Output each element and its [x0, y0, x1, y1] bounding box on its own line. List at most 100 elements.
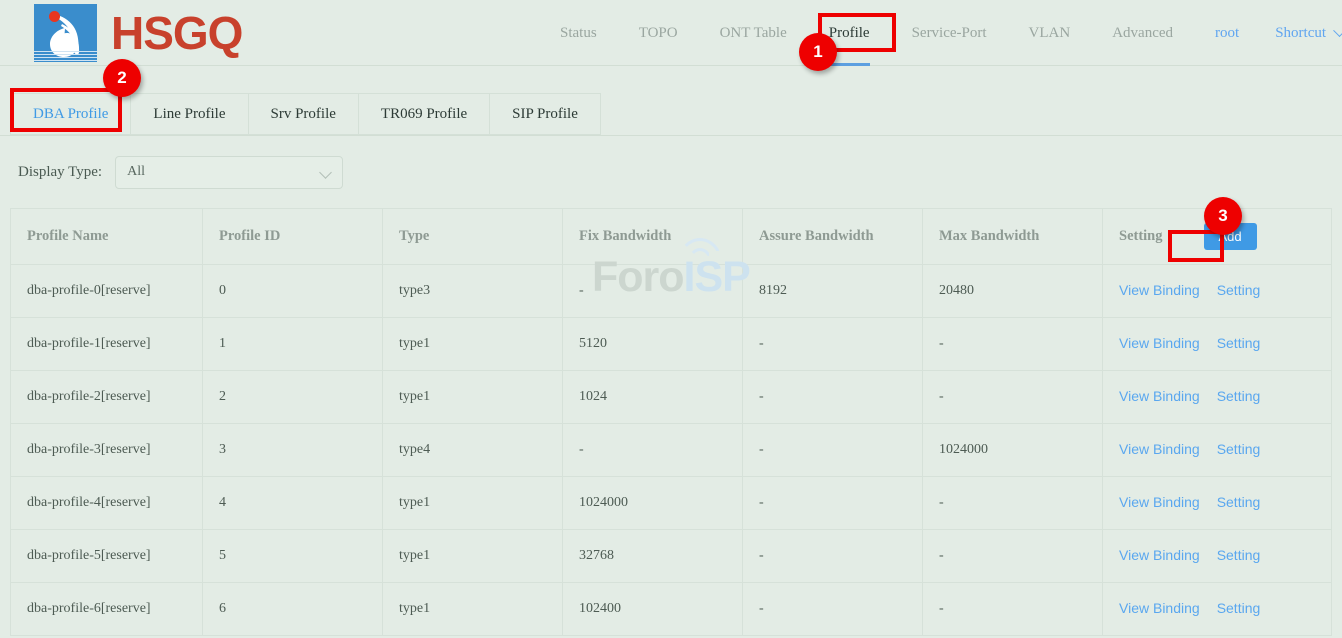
- subtab-tr069-profile[interactable]: TR069 Profile: [358, 93, 489, 135]
- view-binding-link[interactable]: View Binding: [1119, 441, 1200, 457]
- cell-type: type1: [383, 371, 563, 424]
- view-binding-link[interactable]: View Binding: [1119, 547, 1200, 563]
- subtab-line-profile[interactable]: Line Profile: [130, 93, 247, 135]
- setting-link[interactable]: Setting: [1217, 441, 1261, 457]
- nav-item-status[interactable]: Status: [560, 0, 597, 66]
- cell-profile-id: 3: [203, 424, 383, 477]
- nav-item-profile[interactable]: Profile: [829, 0, 870, 66]
- subtab-label: Srv Profile: [271, 106, 336, 123]
- cell-fix-bandwidth: 102400: [563, 583, 743, 636]
- user-menu-root[interactable]: root: [1215, 0, 1239, 66]
- brand-logo: HSGQ: [34, 4, 242, 62]
- nav-label: Profile: [829, 25, 870, 42]
- cell-assure-bandwidth: -: [743, 371, 923, 424]
- subtab-srv-profile[interactable]: Srv Profile: [248, 93, 358, 135]
- cell-fix-bandwidth: -: [563, 424, 743, 477]
- logo-dot-icon: [49, 11, 60, 22]
- setting-link[interactable]: Setting: [1217, 547, 1261, 563]
- setting-link[interactable]: Setting: [1217, 494, 1261, 510]
- cell-profile-id: 6: [203, 583, 383, 636]
- table-row: dba-profile-0[reserve] 0 type3 - 8192 20…: [11, 265, 1332, 318]
- setting-link[interactable]: Setting: [1217, 282, 1261, 298]
- cell-type: type1: [383, 583, 563, 636]
- table-row: dba-profile-2[reserve] 2 type1 1024 - - …: [11, 371, 1332, 424]
- cell-profile-id: 0: [203, 265, 383, 318]
- chevron-down-icon: [1333, 24, 1342, 37]
- display-type-label: Display Type:: [18, 164, 102, 181]
- view-binding-link[interactable]: View Binding: [1119, 494, 1200, 510]
- table-row: dba-profile-5[reserve] 5 type1 32768 - -…: [11, 530, 1332, 583]
- cell-max-bandwidth: 20480: [923, 265, 1103, 318]
- nav-label: Service-Port: [912, 25, 987, 42]
- cell-profile-name: dba-profile-5[reserve]: [11, 530, 203, 583]
- user-label: root: [1215, 25, 1239, 42]
- cell-actions: View Binding Setting: [1103, 318, 1332, 371]
- nav-item-vlan[interactable]: VLAN: [1029, 0, 1071, 66]
- cell-max-bandwidth: -: [923, 477, 1103, 530]
- view-binding-link[interactable]: View Binding: [1119, 282, 1200, 298]
- col-type: Type: [383, 209, 563, 265]
- cell-fix-bandwidth: 1024: [563, 371, 743, 424]
- cell-actions: View Binding Setting: [1103, 265, 1332, 318]
- cell-type: type1: [383, 318, 563, 371]
- cell-type: type3: [383, 265, 563, 318]
- cell-actions: View Binding Setting: [1103, 424, 1332, 477]
- cell-profile-name: dba-profile-0[reserve]: [11, 265, 203, 318]
- cell-assure-bandwidth: -: [743, 583, 923, 636]
- top-header-bar: HSGQ Status TOPO ONT Table Profile Servi…: [0, 0, 1342, 66]
- cell-assure-bandwidth: -: [743, 318, 923, 371]
- col-profile-name: Profile Name: [11, 209, 203, 265]
- add-button[interactable]: Add: [1204, 223, 1257, 250]
- cell-assure-bandwidth: -: [743, 530, 923, 583]
- table-row: dba-profile-6[reserve] 6 type1 102400 - …: [11, 583, 1332, 636]
- shortcut-menu[interactable]: Shortcut: [1275, 0, 1342, 66]
- cell-actions: View Binding Setting: [1103, 530, 1332, 583]
- cell-max-bandwidth: -: [923, 371, 1103, 424]
- table-row: dba-profile-1[reserve] 1 type1 5120 - - …: [11, 318, 1332, 371]
- cell-fix-bandwidth: 5120: [563, 318, 743, 371]
- cell-profile-name: dba-profile-1[reserve]: [11, 318, 203, 371]
- cell-max-bandwidth: -: [923, 318, 1103, 371]
- view-binding-link[interactable]: View Binding: [1119, 600, 1200, 616]
- profile-subtab-bar: DBA Profile Line Profile Srv Profile TR0…: [0, 66, 1342, 136]
- subtab-label: TR069 Profile: [381, 106, 467, 123]
- cell-max-bandwidth: -: [923, 583, 1103, 636]
- cell-profile-id: 1: [203, 318, 383, 371]
- nav-item-ont-table[interactable]: ONT Table: [720, 0, 787, 66]
- display-type-value: All: [127, 164, 145, 180]
- setting-link[interactable]: Setting: [1217, 600, 1261, 616]
- cell-type: type1: [383, 530, 563, 583]
- nav-item-advanced[interactable]: Advanced: [1112, 0, 1173, 66]
- profile-subtabs: DBA Profile Line Profile Srv Profile TR0…: [10, 93, 601, 135]
- cell-fix-bandwidth: -: [563, 265, 743, 318]
- display-type-select[interactable]: All: [115, 156, 343, 189]
- table-row: dba-profile-4[reserve] 4 type1 1024000 -…: [11, 477, 1332, 530]
- table-header-row: Profile Name Profile ID Type Fix Bandwid…: [11, 209, 1332, 265]
- setting-link[interactable]: Setting: [1217, 335, 1261, 351]
- col-max-bandwidth: Max Bandwidth: [923, 209, 1103, 265]
- chevron-down-icon: [319, 166, 332, 179]
- cell-actions: View Binding Setting: [1103, 477, 1332, 530]
- nav-item-topo[interactable]: TOPO: [639, 0, 678, 66]
- view-binding-link[interactable]: View Binding: [1119, 388, 1200, 404]
- dba-profile-table: Profile Name Profile ID Type Fix Bandwid…: [10, 208, 1332, 636]
- col-profile-id: Profile ID: [203, 209, 383, 265]
- cell-profile-id: 2: [203, 371, 383, 424]
- col-fix-bandwidth: Fix Bandwidth: [563, 209, 743, 265]
- dba-profile-table-container: ForoISP Profile Name Profile ID Type Fix…: [10, 208, 1332, 636]
- setting-link[interactable]: Setting: [1217, 388, 1261, 404]
- view-binding-link[interactable]: View Binding: [1119, 335, 1200, 351]
- nav-label: Status: [560, 25, 597, 42]
- subtab-dba-profile[interactable]: DBA Profile: [10, 93, 130, 135]
- nav-label: TOPO: [639, 25, 678, 42]
- col-setting: Setting Add: [1103, 209, 1332, 265]
- cell-profile-name: dba-profile-2[reserve]: [11, 371, 203, 424]
- cell-profile-id: 4: [203, 477, 383, 530]
- cell-fix-bandwidth: 32768: [563, 530, 743, 583]
- cell-assure-bandwidth: -: [743, 477, 923, 530]
- nav-item-service-port[interactable]: Service-Port: [912, 0, 987, 66]
- nav-label: ONT Table: [720, 25, 787, 42]
- table-row: dba-profile-3[reserve] 3 type4 - - 10240…: [11, 424, 1332, 477]
- shortcut-label: Shortcut: [1275, 25, 1326, 42]
- subtab-sip-profile[interactable]: SIP Profile: [489, 93, 601, 135]
